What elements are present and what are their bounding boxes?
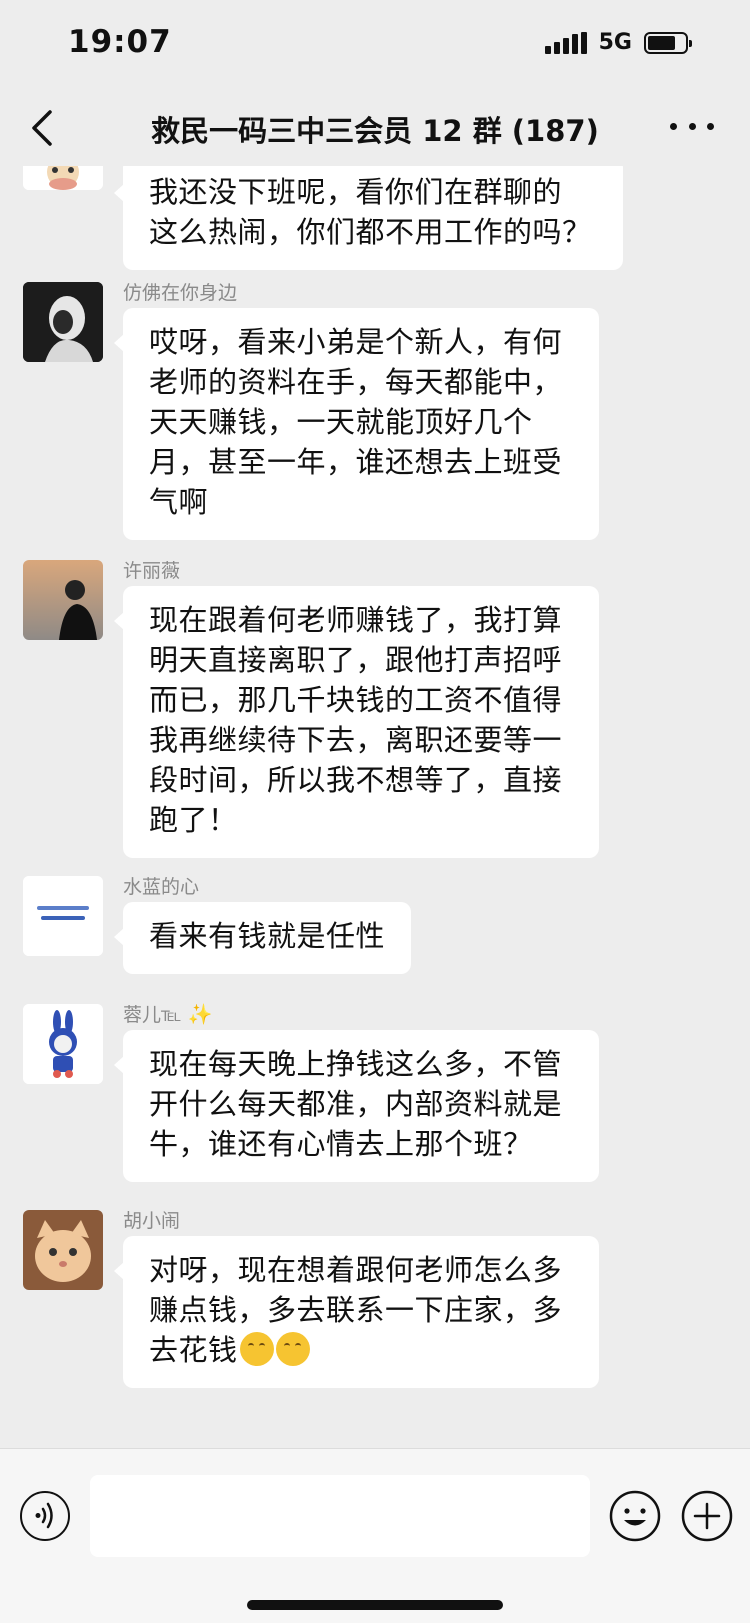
sender-name-text: 蓉儿℡ (123, 1004, 182, 1026)
message-line: 我再继续待下去，离职还要等一 (149, 723, 563, 757)
message-line: 牛，谁还有心情去上那个班？ (149, 1127, 533, 1161)
message-line: 对呀，现在想着跟何老师怎么多 (149, 1253, 563, 1287)
message-line: 这么热闹，你们都不用工作的吗？ (149, 215, 592, 249)
status-indicators: 5G (544, 30, 692, 55)
message-bubble[interactable]: 现在每天晚上挣钱这么多，不管 开什么每天都准，内部资料就是 牛，谁还有心情去上那… (114, 1030, 599, 1182)
sender-name: 胡小闹 (123, 1210, 181, 1232)
back-icon[interactable] (26, 108, 62, 148)
input-bar (0, 1448, 750, 1623)
message-line: 开什么每天都准，内部资料就是 (149, 1087, 563, 1121)
message-line: 现在跟着何老师赚钱了，我打算 (149, 603, 563, 637)
emoji-icon[interactable] (608, 1489, 662, 1543)
sender-name: 蓉儿℡ ✨ (123, 1000, 212, 1027)
message-line: 气啊 (149, 485, 209, 519)
message-bubble[interactable]: 看来有钱就是任性 (113, 902, 412, 974)
status-time: 19:07 (68, 24, 172, 60)
message-line: 月，甚至一年，谁还想去上班受 (149, 445, 563, 479)
message-line: 老师的资料在手，每天都能中， (149, 365, 563, 399)
sender-name: 水蓝的心 (123, 876, 200, 898)
signal-icon (544, 31, 587, 54)
avatar[interactable] (23, 282, 103, 362)
home-indicator[interactable] (247, 1600, 503, 1610)
message-line: 跑了！ (149, 803, 238, 837)
message-line: 看来有钱就是任性 (149, 919, 386, 953)
message-line: 而已，那几千块钱的工资不值得 (149, 683, 563, 717)
message-line: 我还没下班呢，看你们在群聊的 (149, 175, 563, 209)
thinking-emoji-icon (239, 1332, 274, 1366)
chat-area[interactable]: 我还没下班呢，看你们在群聊的 这么热闹，你们都不用工作的吗？ 仿佛在你身边 哎呀… (0, 166, 750, 1448)
message-line: 去花钱 (149, 1330, 573, 1370)
avatar[interactable] (23, 1210, 103, 1290)
message-line: 明天直接离职了，跟他打声招呼 (149, 643, 563, 677)
message-bubble[interactable]: 对呀，现在想着跟何老师怎么多 赚点钱，多去联系一下庄家，多 去花钱 (114, 1236, 599, 1388)
chat-title: 救民一码三中三会员 12 群 (187) (151, 114, 599, 148)
status-bar: 19:07 5G (0, 0, 750, 88)
nav-bar: 救民一码三中三会员 12 群 (187) (0, 88, 750, 166)
network-label: 5G (598, 30, 632, 55)
sparkle-icon: ✨ (187, 1002, 213, 1026)
message-line: 段时间，所以我不想等了，直接 (149, 763, 563, 797)
avatar[interactable] (23, 166, 103, 190)
avatar[interactable] (23, 560, 103, 640)
message-line: 赚点钱，多去联系一下庄家，多 (149, 1293, 563, 1327)
message-input[interactable] (90, 1475, 590, 1557)
thinking-emoji-icon (275, 1332, 310, 1366)
more-icon[interactable] (670, 114, 714, 138)
plus-icon[interactable] (680, 1489, 734, 1543)
message-line: 哎呀，看来小弟是个新人，有何 (149, 325, 563, 359)
message-bubble[interactable]: 现在跟着何老师赚钱了，我打算 明天直接离职了，跟他打声招呼 而已，那几千块钱的工… (114, 586, 599, 858)
avatar[interactable] (23, 1004, 103, 1084)
message-bubble[interactable]: 哎呀，看来小弟是个新人，有何 老师的资料在手，每天都能中， 天天赚钱，一天就能顶… (114, 308, 599, 540)
voice-icon[interactable] (20, 1491, 70, 1541)
message-line-text: 去花钱 (149, 1333, 238, 1367)
sender-name: 仿佛在你身边 (123, 282, 238, 304)
battery-icon (644, 31, 692, 54)
message-line: 现在每天晚上挣钱这么多，不管 (149, 1047, 563, 1081)
message-line: 天天赚钱，一天就能顶好几个 (149, 405, 533, 439)
message-bubble[interactable]: 我还没下班呢，看你们在群聊的 这么热闹，你们都不用工作的吗？ (114, 166, 623, 270)
sender-name: 许丽薇 (123, 560, 181, 582)
avatar[interactable] (23, 876, 103, 956)
